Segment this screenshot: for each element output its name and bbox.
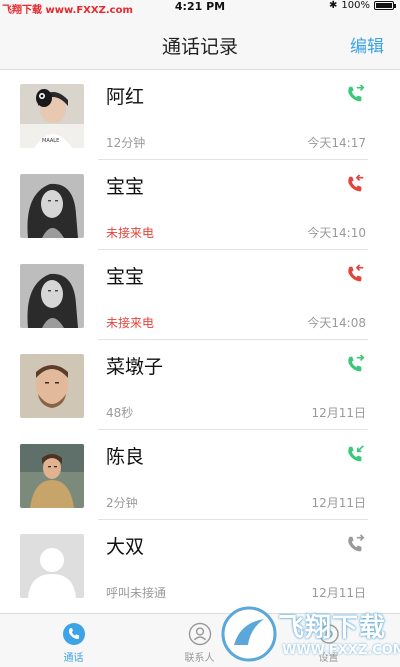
call-time: 今天14:17 [307,136,366,150]
tab-bar: 通话 联系人 设置 飞翔下载 WWW.FXXZ.COM [0,606,400,667]
call-row[interactable]: 宝宝 未接来电 今天14:10 [0,160,400,250]
contact-name: 阿红 [106,86,145,108]
phone-missed-icon[interactable] [344,174,366,196]
logo-icon [221,606,277,662]
call-detail: 未接来电 [106,226,155,240]
svg-text:MAALE: MAALE [42,138,59,144]
contact-name: 大双 [106,536,145,558]
call-time: 今天14:10 [307,226,366,240]
status-right: ✱ 100% [329,0,396,11]
call-detail: 未接来电 [106,316,155,330]
call-detail: 12分钟 [106,136,146,150]
call-row[interactable]: 陈良 2分钟 12月11日 [0,430,400,520]
tab-label: 通话 [63,653,84,664]
contacts-icon [188,622,211,646]
phone-outgoing-icon[interactable] [344,354,366,376]
avatar [20,534,84,598]
battery-percent: 100% [341,0,370,11]
avatar [20,444,84,508]
call-detail: 48秒 [106,406,134,420]
battery-icon [374,1,396,10]
avatar [20,264,84,328]
watermark-logo: 飞翔下载 WWW.FXXZ.COM [220,605,400,663]
call-row[interactable]: MAALE 阿红 12分钟 今天14:17 [0,70,400,160]
watermark-url: WWW.FXXZ.COM [282,643,400,658]
contact-name: 宝宝 [106,266,145,288]
avatar [20,354,84,418]
call-row[interactable]: 菜墩子 48秒 12月11日 [0,340,400,430]
contact-name: 菜墩子 [106,356,164,378]
contact-name: 宝宝 [106,176,145,198]
call-detail: 2分钟 [106,496,138,510]
nav-bar: 通话记录 编辑 [0,14,400,70]
call-list: MAALE 阿红 12分钟 今天14:17 宝宝 未接来电 今天14:10 宝宝… [0,70,400,610]
phone-icon [62,623,85,645]
tab-calls[interactable]: 通话 [7,614,140,667]
phone-incoming-icon[interactable] [344,444,366,466]
edit-button[interactable]: 编辑 [350,32,384,57]
call-time: 12月11日 [311,406,366,420]
call-time: 今天14:08 [307,316,366,330]
call-row[interactable]: 宝宝 未接来电 今天14:08 [0,250,400,340]
bluetooth-icon: ✱ [329,0,338,11]
status-bar: 飞翔下载 www.FXXZ.com 4:21 PM ✱ 100% [0,0,400,16]
contact-name: 陈良 [106,446,145,468]
phone-outgoing-icon[interactable] [344,534,366,556]
avatar [20,174,84,238]
watermark-title: 飞翔下载 [278,613,387,643]
phone-outgoing-icon[interactable] [344,84,366,106]
call-row[interactable]: 大双 呼叫未接通 12月11日 [0,520,400,610]
avatar: MAALE [20,84,84,148]
call-time: 12月11日 [311,586,366,600]
battery-fill [376,3,392,8]
phone-missed-icon[interactable] [344,264,366,286]
page-title: 通话记录 [161,36,238,58]
call-detail: 呼叫未接通 [106,586,167,600]
call-time: 12月11日 [311,496,366,510]
